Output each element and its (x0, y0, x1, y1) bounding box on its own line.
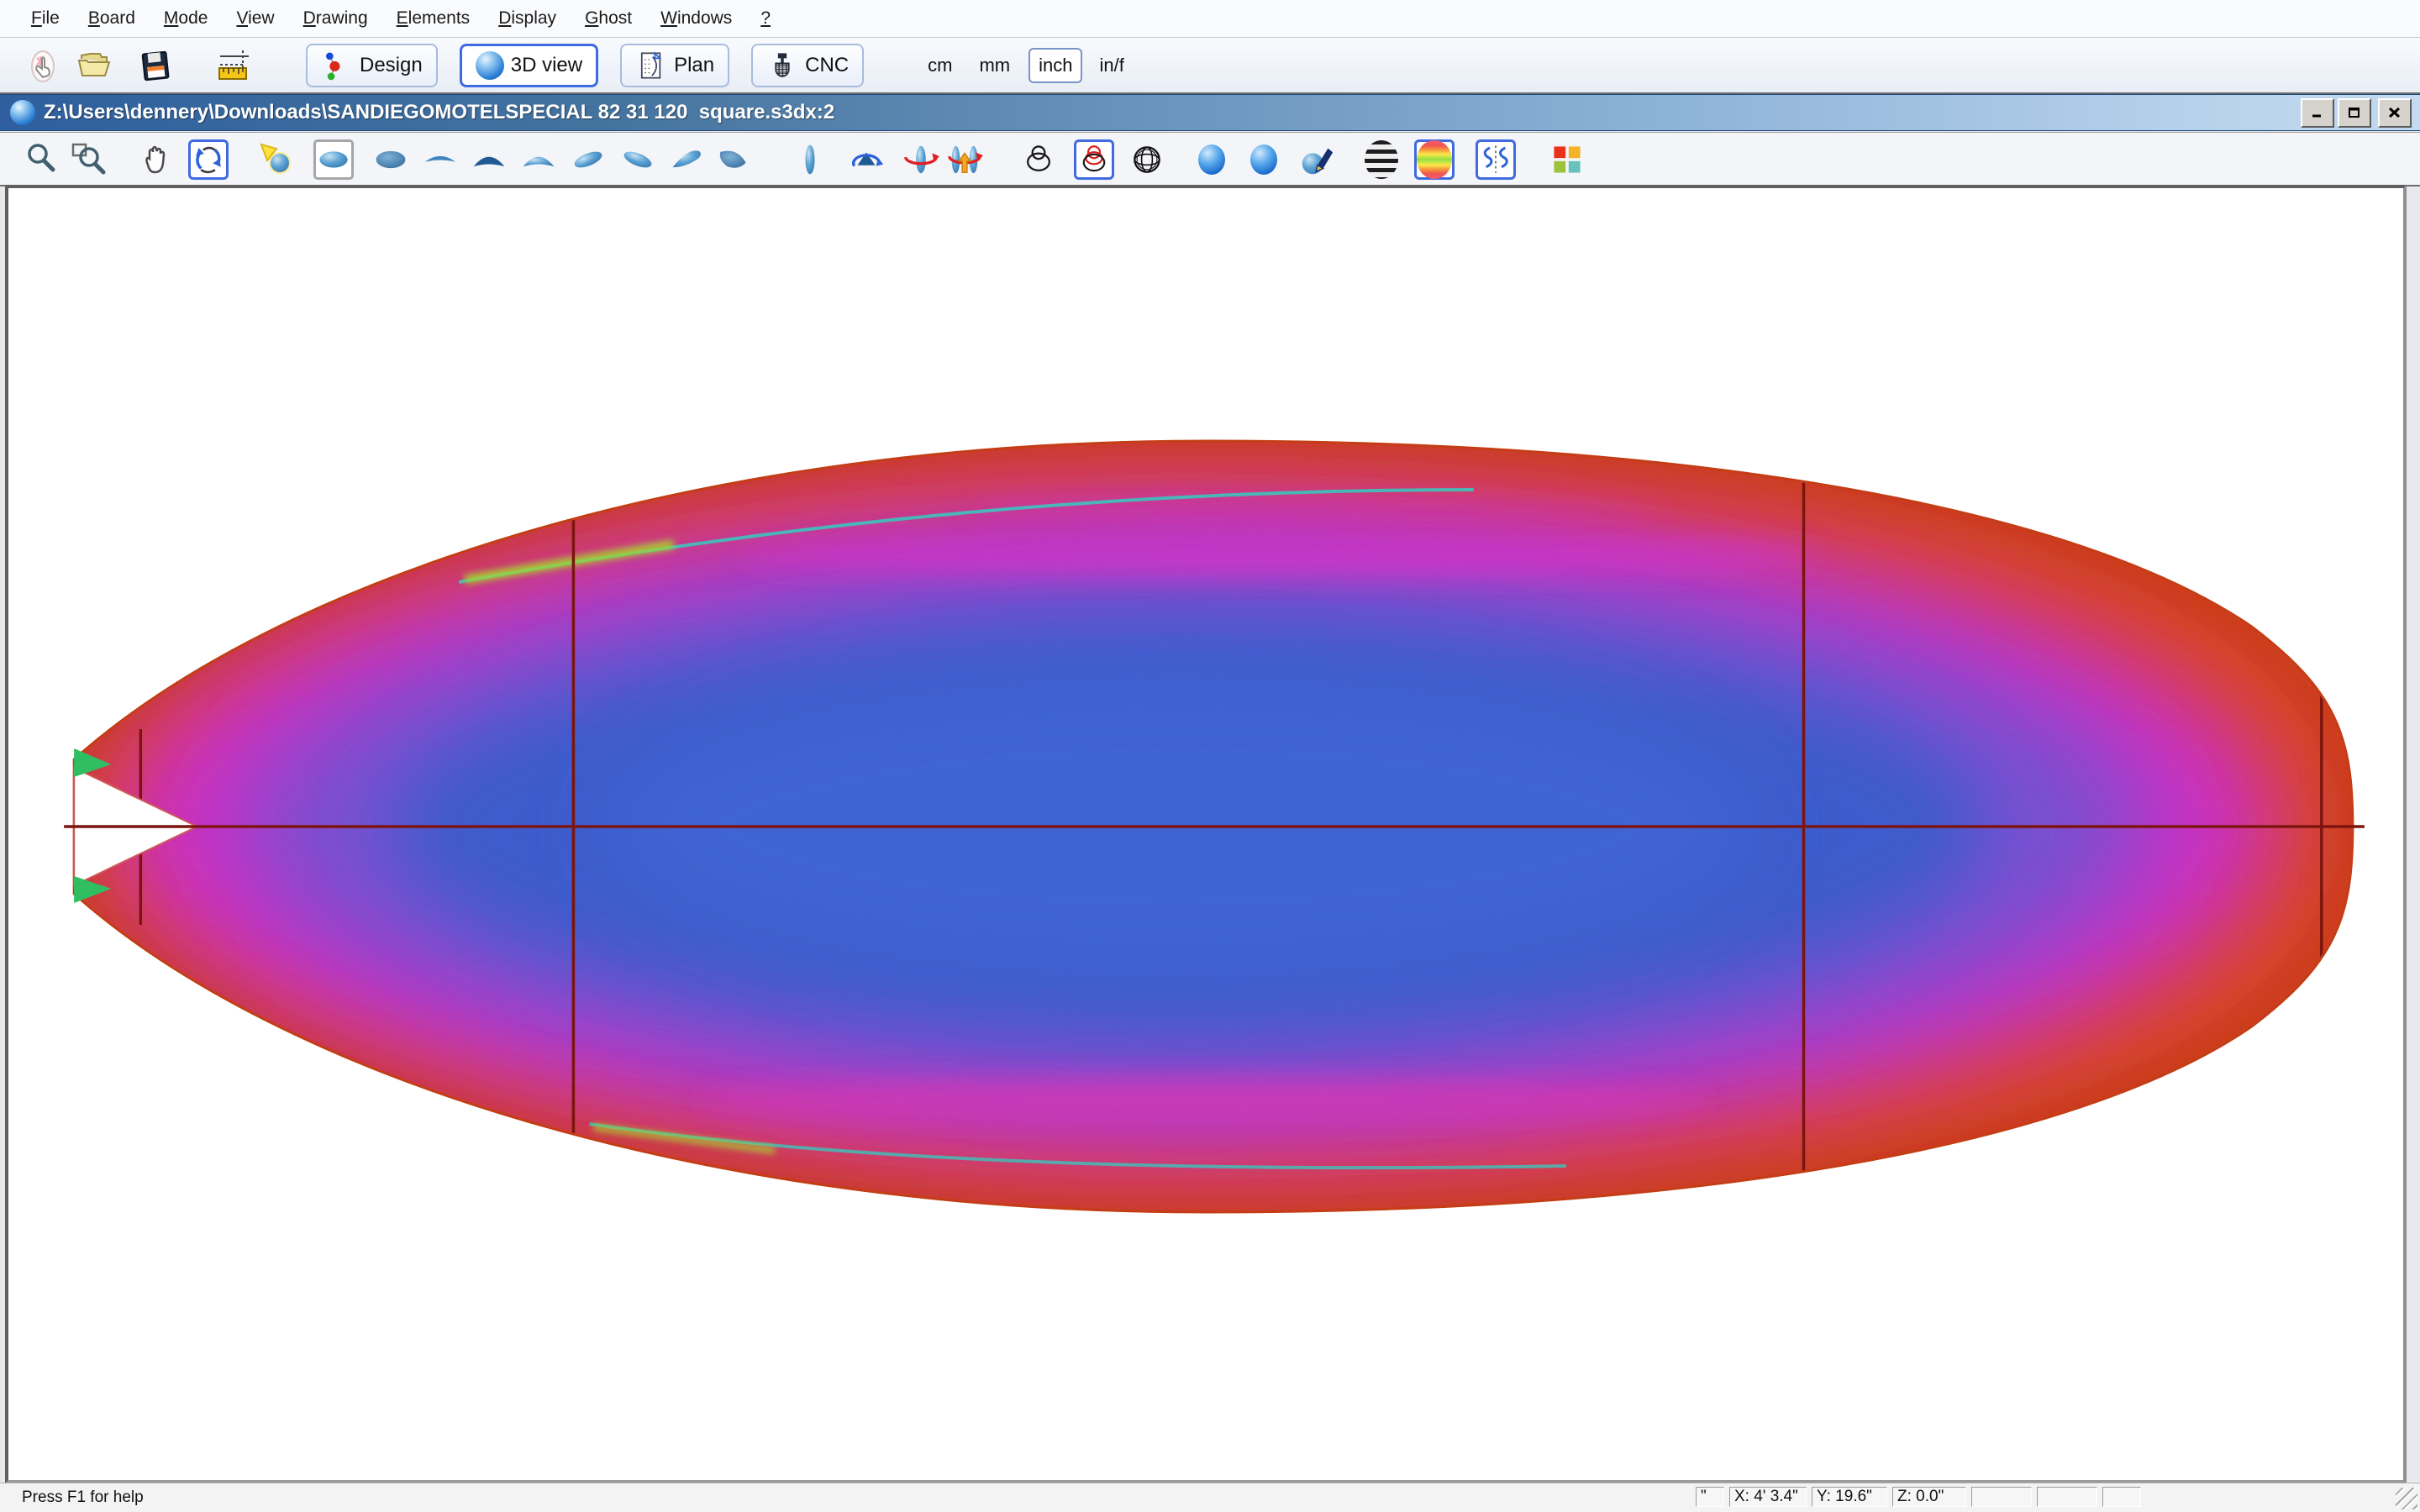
zebra-render-icon[interactable] (1361, 139, 1402, 180)
menu-view[interactable]: View (222, 8, 288, 29)
shape3d-window: { "window": { "title": "Z:\\Users\\denne… (0, 0, 2420, 1512)
unit-cm[interactable]: cm (923, 51, 957, 80)
view-tilt-left-icon[interactable] (568, 139, 608, 180)
menu-bar: File Board Mode View Drawing Elements Di… (0, 0, 2420, 38)
smooth-render-icon[interactable] (1244, 139, 1284, 180)
menu-drawing[interactable]: Drawing (289, 8, 382, 29)
streak-bottom-magenta (699, 1080, 1710, 1121)
status-y-cell: Y: 19.6" (1812, 1487, 1887, 1507)
view-3d-button-label: 3D view (511, 54, 582, 77)
minimize-button[interactable] (2301, 98, 2334, 128)
rotate-view-icon[interactable] (846, 139, 886, 180)
open-folder-icon[interactable] (74, 46, 113, 85)
document-title: Z:\Users\dennery\Downloads\SANDIEGOMOTEL… (44, 101, 834, 124)
rotate-3d-icon[interactable] (188, 139, 229, 180)
menu-ghost[interactable]: Ghost (571, 8, 646, 29)
view-toolbar (0, 132, 2420, 186)
status-bar: Press F1 for help " X: 4' 3.4" Y: 19.6" … (0, 1483, 2420, 1512)
view-perspective-right-icon[interactable] (713, 139, 753, 180)
design-icon (321, 50, 353, 81)
design-button[interactable]: Design (306, 44, 438, 87)
pan-hand-icon[interactable] (136, 139, 176, 180)
sphere-3d-icon (476, 51, 504, 80)
shaded-render-icon[interactable] (1192, 139, 1232, 180)
menu-help[interactable]: ? (746, 8, 785, 29)
flip-board-icon[interactable] (944, 139, 985, 180)
resize-grip[interactable] (2396, 1488, 2417, 1509)
menu-mode[interactable]: Mode (150, 8, 223, 29)
menu-board[interactable]: Board (74, 8, 150, 29)
plan-button-label: Plan (674, 54, 714, 77)
view-bottom-icon[interactable] (371, 139, 411, 180)
status-z-cell: Z: 0.0" (1892, 1487, 1966, 1507)
curvature-icon[interactable] (1476, 139, 1516, 180)
maximize-button[interactable] (2338, 98, 2371, 128)
zoom-icon[interactable] (22, 139, 62, 180)
cnc-button-label: CNC (805, 54, 849, 77)
menu-file[interactable]: File (17, 8, 74, 29)
view-outline-icon[interactable] (790, 139, 830, 180)
spin-board-icon[interactable] (901, 139, 941, 180)
status-unit-cell: " (1696, 1487, 1724, 1507)
document-icon (10, 100, 35, 125)
save-icon[interactable] (136, 46, 175, 85)
cnc-button[interactable]: CNC (751, 44, 864, 87)
unit-inch[interactable]: inch (1028, 48, 1082, 83)
main-toolbar: Design 3D view Plan CNC cm mm inch in/f (0, 38, 2420, 92)
status-help-text: Press F1 for help (22, 1488, 144, 1507)
menu-elements[interactable]: Elements (382, 8, 485, 29)
zoom-area-icon[interactable] (68, 139, 108, 180)
view-rocker-icon[interactable] (420, 139, 460, 180)
status-x-cell: X: 4' 3.4" (1729, 1487, 1807, 1507)
document-title-bar[interactable]: Z:\Users\dennery\Downloads\SANDIEGOMOTEL… (0, 94, 2420, 131)
view-3d-button[interactable]: 3D view (460, 44, 598, 87)
wireframe-mesh-icon[interactable] (1127, 139, 1167, 180)
streak-top-magenta (741, 536, 1819, 576)
light-icon[interactable] (256, 139, 297, 180)
board-3d-viewport[interactable] (5, 185, 2407, 1483)
status-empty-cell-1 (1971, 1487, 2032, 1507)
cnc-icon (766, 50, 798, 81)
status-empty-cell-3 (2102, 1487, 2141, 1507)
status-cells: " X: 4' 3.4" Y: 19.6" Z: 0.0" (1696, 1487, 2141, 1507)
view-tilt-right-icon[interactable] (618, 139, 658, 180)
colors-icon[interactable] (1547, 139, 1587, 180)
plan-icon (635, 50, 667, 81)
design-button-label: Design (360, 54, 423, 77)
window-controls (2301, 98, 2412, 128)
plan-button[interactable]: Plan (620, 44, 729, 87)
menu-windows[interactable]: Windows (646, 8, 746, 29)
pointer-hand-icon[interactable] (24, 46, 62, 85)
view-deck-icon[interactable] (313, 139, 354, 180)
wireframe-slices-active-icon[interactable] (1074, 139, 1114, 180)
board-3d-render (8, 188, 2403, 1480)
status-empty-cell-2 (2037, 1487, 2097, 1507)
unit-mm[interactable]: mm (974, 51, 1015, 80)
wireframe-slices-icon[interactable] (1018, 139, 1059, 180)
edit-render-icon[interactable] (1297, 139, 1337, 180)
view-tail-icon[interactable] (518, 139, 559, 180)
close-button[interactable] (2378, 98, 2412, 128)
ruler-icon[interactable] (215, 46, 254, 85)
unit-inf[interactable]: in/f (1094, 51, 1128, 80)
colormap-render-icon[interactable] (1414, 139, 1455, 180)
view-perspective-left-icon[interactable] (666, 139, 707, 180)
view-nose-icon[interactable] (469, 139, 509, 180)
menu-display[interactable]: Display (484, 8, 571, 29)
